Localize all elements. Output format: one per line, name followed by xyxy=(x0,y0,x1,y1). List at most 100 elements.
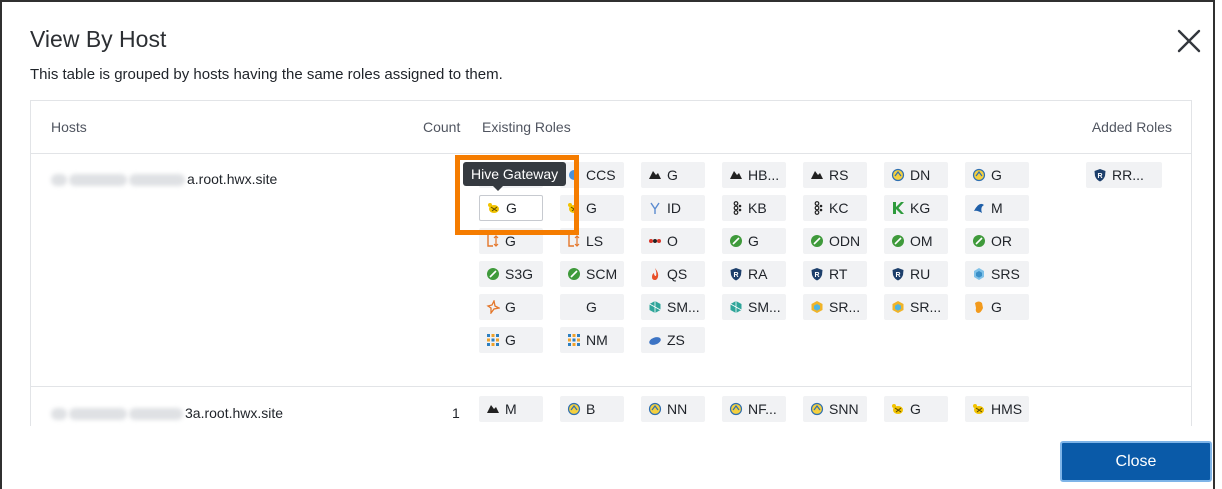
hdfs-icon xyxy=(648,402,662,416)
role-chip[interactable]: B xyxy=(560,396,624,422)
role-label: ZS xyxy=(667,332,685,348)
hdfs-icon xyxy=(729,402,743,416)
kudu-icon xyxy=(891,201,905,215)
spark-star-icon xyxy=(486,300,500,314)
hive-bee-icon xyxy=(972,402,986,416)
hosts-table: Hosts Count Existing Roles Added Roles a… xyxy=(30,100,1192,426)
role-chip[interactable]: KG xyxy=(884,195,948,221)
role-chip[interactable]: R RA xyxy=(722,261,786,287)
role-chip[interactable]: G xyxy=(965,162,1029,188)
queue-flame-icon xyxy=(648,267,662,281)
role-chip[interactable]: SM... xyxy=(641,294,705,320)
svg-text:R: R xyxy=(1097,173,1102,180)
hue-icon xyxy=(648,201,662,215)
table-row: a.root.hwx.site CCS G HB... RS DN G G G ID KB KC KG… xyxy=(31,153,1191,387)
role-chip[interactable]: RS xyxy=(803,162,867,188)
role-label: G xyxy=(506,200,517,216)
close-icon[interactable] xyxy=(1176,28,1202,54)
role-chip[interactable]: G xyxy=(479,228,543,254)
role-chip[interactable]: KB xyxy=(722,195,786,221)
role-chip[interactable]: OM xyxy=(884,228,948,254)
role-chip[interactable]: SR... xyxy=(884,294,948,320)
hdfs-icon xyxy=(567,402,581,416)
role-label: ODN xyxy=(829,233,861,249)
hive-bee-icon xyxy=(891,402,905,416)
role-chip[interactable]: M xyxy=(965,195,1029,221)
hbase-whale-icon xyxy=(486,402,500,416)
role-label: G xyxy=(748,233,759,249)
role-chip[interactable]: M xyxy=(479,396,543,422)
role-chip[interactable]: HB... xyxy=(722,162,786,188)
hdfs-icon xyxy=(891,168,905,182)
redacted-text xyxy=(129,408,183,421)
role-chip[interactable]: R RU xyxy=(884,261,948,287)
hbase-whale-icon xyxy=(810,168,824,182)
role-chip[interactable]: ODN xyxy=(803,228,867,254)
role-chip[interactable]: G xyxy=(965,294,1029,320)
role-label: S3G xyxy=(505,266,534,282)
hdfs-icon xyxy=(810,402,824,416)
role-chip[interactable]: NM xyxy=(560,327,624,353)
svg-text:R: R xyxy=(814,272,819,279)
role-chip[interactable]: DN xyxy=(884,162,948,188)
role-chip[interactable]: ZS xyxy=(641,327,705,353)
header-count: Count xyxy=(423,119,461,135)
role-chip[interactable]: G xyxy=(479,327,543,353)
ranger-shield-icon: R xyxy=(1093,168,1107,182)
role-chip[interactable]: G xyxy=(560,294,624,320)
role-label: RU xyxy=(910,266,931,282)
role-label: G xyxy=(586,200,597,216)
role-chip[interactable]: G xyxy=(479,294,543,320)
role-label: G xyxy=(910,401,921,417)
role-chip[interactable]: G xyxy=(479,195,543,221)
role-chip[interactable]: R RT xyxy=(803,261,867,287)
close-button[interactable]: Close xyxy=(1060,441,1212,482)
role-chip[interactable]: CCS xyxy=(560,162,624,188)
role-label: RR... xyxy=(1112,167,1144,183)
redacted-text xyxy=(51,174,67,187)
role-label: SRS xyxy=(991,266,1020,282)
ranger-shield-icon: R xyxy=(891,267,905,281)
role-chip[interactable]: G xyxy=(641,162,705,188)
hbase-whale-icon xyxy=(648,168,662,182)
host-name: a.root.hwx.site xyxy=(51,171,277,187)
role-chip[interactable]: SCM xyxy=(560,261,624,287)
role-label: OM xyxy=(910,233,933,249)
role-chip[interactable]: KC xyxy=(803,195,867,221)
role-chip[interactable]: ID xyxy=(641,195,705,221)
kafka-icon xyxy=(729,201,743,215)
role-label: G xyxy=(505,299,516,315)
role-chip[interactable]: SM... xyxy=(722,294,786,320)
role-chip[interactable]: R RR... xyxy=(1086,162,1162,188)
role-label: M xyxy=(991,200,1003,216)
role-chip[interactable]: LS xyxy=(560,228,624,254)
role-chip[interactable]: G xyxy=(560,195,624,221)
role-chip[interactable]: NN xyxy=(641,396,705,422)
role-label: M xyxy=(505,401,517,417)
role-chip[interactable]: G xyxy=(884,396,948,422)
svg-text:R: R xyxy=(733,272,738,279)
role-label: SM... xyxy=(748,299,781,315)
ozone-icon xyxy=(567,267,581,281)
role-chip[interactable]: G xyxy=(722,228,786,254)
role-label: G xyxy=(505,233,516,249)
role-label: SR... xyxy=(910,299,942,315)
role-label: RT xyxy=(829,266,848,282)
yarn-grid-icon xyxy=(567,333,581,347)
role-chip[interactable]: HMS xyxy=(965,396,1029,422)
hive-bee-icon xyxy=(567,201,581,215)
streams-messaging-icon xyxy=(729,300,743,314)
role-label: NN xyxy=(667,401,688,417)
role-chip[interactable]: SNN xyxy=(803,396,867,422)
role-label: G xyxy=(586,299,597,315)
role-chip[interactable]: QS xyxy=(641,261,705,287)
role-chip[interactable]: OR xyxy=(965,228,1029,254)
role-chip[interactable]: SRS xyxy=(965,261,1029,287)
role-chip[interactable]: S3G xyxy=(479,261,543,287)
hive-bee-icon xyxy=(487,201,501,215)
ozone-icon xyxy=(972,234,986,248)
hbase-whale-icon xyxy=(729,168,743,182)
role-chip[interactable]: NF... xyxy=(722,396,786,422)
role-chip[interactable]: SR... xyxy=(803,294,867,320)
role-chip[interactable]: O xyxy=(641,228,705,254)
